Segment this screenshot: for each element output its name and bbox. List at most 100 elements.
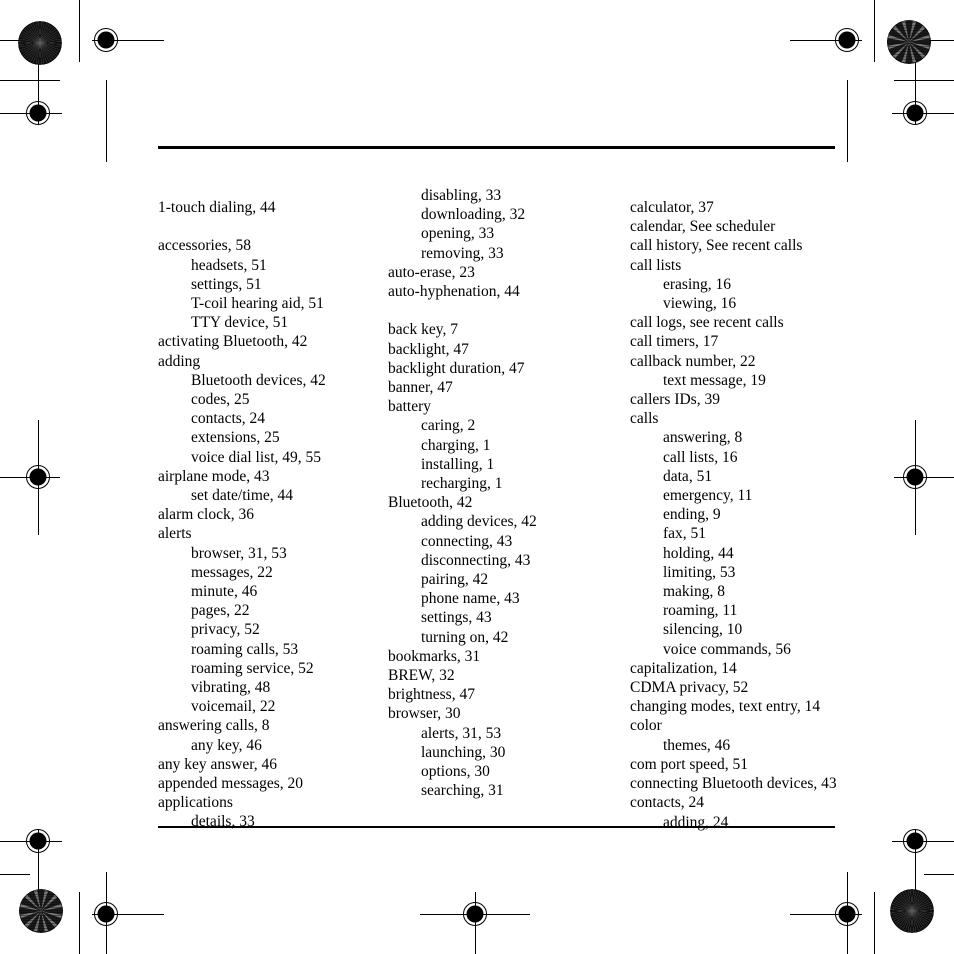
index-entry: calculator, 37: [630, 199, 714, 216]
index-entry: calendar, See scheduler: [630, 218, 776, 236]
star-resolution-target: [19, 889, 63, 933]
crop-mark: [874, 0, 875, 62]
index-subentry: emergency, 11: [663, 487, 753, 505]
index-subentry: extensions, 25: [191, 429, 280, 447]
index-subentry: searching, 31: [421, 782, 504, 800]
registration-target: [21, 460, 55, 494]
index-entry: calls: [630, 410, 659, 428]
index-subentry: roaming service, 52: [191, 659, 314, 677]
index-subentry: viewing, 16: [663, 295, 737, 313]
index-subentry: messages, 22: [191, 563, 273, 581]
crop-mark: [79, 892, 80, 954]
index-entry: Bluetooth, 42: [388, 494, 473, 512]
index-entry: CDMA privacy, 52: [630, 679, 749, 697]
index-entry: battery: [388, 398, 432, 416]
index-subentry: erasing, 16: [663, 275, 732, 293]
crop-mark: [847, 872, 848, 954]
index-entry: callback number, 22: [630, 352, 756, 370]
crop-mark: [924, 874, 954, 875]
index-entry: airplane mode, 43: [158, 467, 270, 485]
index-entry: contacts, 24: [630, 794, 705, 812]
crop-mark: [92, 40, 164, 41]
crop-mark: [915, 420, 916, 535]
index-subentry: silencing, 10: [663, 621, 743, 639]
crop-mark: [894, 477, 954, 478]
crop-mark: [92, 914, 164, 915]
crop-mark: [420, 914, 530, 915]
index-subentry: recharging, 1: [421, 475, 503, 493]
index-entry: bookmarks, 31: [388, 647, 481, 665]
index-subentry: browser, 31, 53: [191, 544, 287, 562]
index-column-3: calculator, 37 calendar, See scheduler cal…: [630, 186, 848, 832]
crop-mark: [79, 0, 80, 62]
crop-mark: [106, 80, 107, 162]
crop-mark: [915, 40, 916, 124]
index-subentry: roaming, 11: [663, 602, 738, 620]
index-subentry: any key, 46: [191, 736, 262, 754]
index-subentry: call lists, 16: [663, 448, 738, 466]
index-subentry: voice commands, 56: [663, 640, 791, 658]
index-subentry: downloading, 32: [421, 206, 526, 224]
index-entry: call lists: [630, 256, 682, 274]
index-subentry: installing, 1: [421, 455, 495, 473]
index-entry: brightness, 47: [388, 686, 475, 704]
index-entry: backlight duration, 47: [388, 359, 525, 377]
index-subentry: themes, 46: [663, 736, 731, 754]
index-subentry: voice dial list, 49, 55: [191, 448, 322, 466]
index-entry: color: [630, 717, 662, 735]
index-entry: activating Bluetooth, 42: [158, 333, 308, 351]
crop-mark: [38, 420, 39, 535]
crop-mark: [38, 830, 39, 914]
index-subentry: contacts, 24: [191, 410, 266, 428]
crop-mark: [0, 477, 60, 478]
crop-mark: [0, 113, 62, 114]
index-entry: 1-touch dialing, 44: [158, 199, 276, 216]
index-subentry: text message, 19: [663, 371, 766, 389]
index-subentry: vibrating, 48: [191, 679, 271, 697]
crop-mark: [894, 80, 954, 81]
index-subentry: holding, 44: [663, 544, 734, 562]
index-entry: any key answer, 46: [158, 755, 278, 773]
index-subentry: caring, 2: [421, 417, 476, 435]
index-subentry: minute, 46: [191, 583, 258, 601]
index-subentry: set date/time, 44: [191, 487, 294, 505]
index-subentry: adding devices, 42: [421, 513, 537, 531]
index-subentry: codes, 25: [191, 391, 250, 409]
index-subentry: removing, 33: [421, 244, 504, 262]
index-entry: callers IDs, 39: [630, 391, 720, 409]
registration-target: [830, 897, 864, 931]
index-subentry: data, 51: [663, 467, 713, 485]
index-subentry: alerts, 31, 53: [421, 724, 502, 742]
index-subentry: connecting, 43: [421, 532, 513, 550]
star-resolution-target: [887, 20, 931, 64]
registration-target: [89, 23, 123, 57]
crop-mark: [0, 841, 62, 842]
index-entry: capitalization, 14: [630, 659, 737, 677]
top-horizontal-rule: [158, 146, 835, 149]
registration-target: [830, 23, 864, 57]
index-entry: call history, See recent calls: [630, 237, 803, 255]
crop-mark: [915, 830, 916, 914]
index-entry: browser, 30: [388, 705, 461, 723]
star-resolution-target: [890, 889, 934, 933]
index-entry: call logs, see recent calls: [630, 314, 784, 332]
index-subentry: T-coil hearing aid, 51: [191, 295, 324, 312]
index-column-2: disabling, 33 downloading, 32 opening, 33 r…: [388, 186, 630, 800]
index-subentry: pairing, 42: [421, 571, 489, 589]
index-subentry: phone name, 43: [421, 590, 520, 608]
index-subentry: charging, 1: [421, 436, 491, 454]
index-entry: alerts: [158, 525, 192, 543]
crop-mark: [0, 874, 30, 875]
index-subentry: disconnecting, 43: [421, 551, 531, 569]
index-subentry: Bluetooth devices, 42: [191, 371, 326, 389]
index-column-1: 1-touch dialing, 44 accessories, 58 heads…: [158, 186, 388, 832]
registration-target: [898, 96, 932, 130]
index-subentry: disabling, 33: [421, 187, 502, 204]
crop-mark: [847, 80, 848, 162]
crop-mark: [790, 40, 862, 41]
index-entry: adding: [158, 352, 201, 370]
star-resolution-target: [18, 21, 62, 65]
index-entry: connecting Bluetooth devices, 43: [630, 775, 837, 793]
index-entry: com port speed, 51: [630, 755, 748, 773]
index-entry: auto-erase, 23: [388, 263, 475, 281]
